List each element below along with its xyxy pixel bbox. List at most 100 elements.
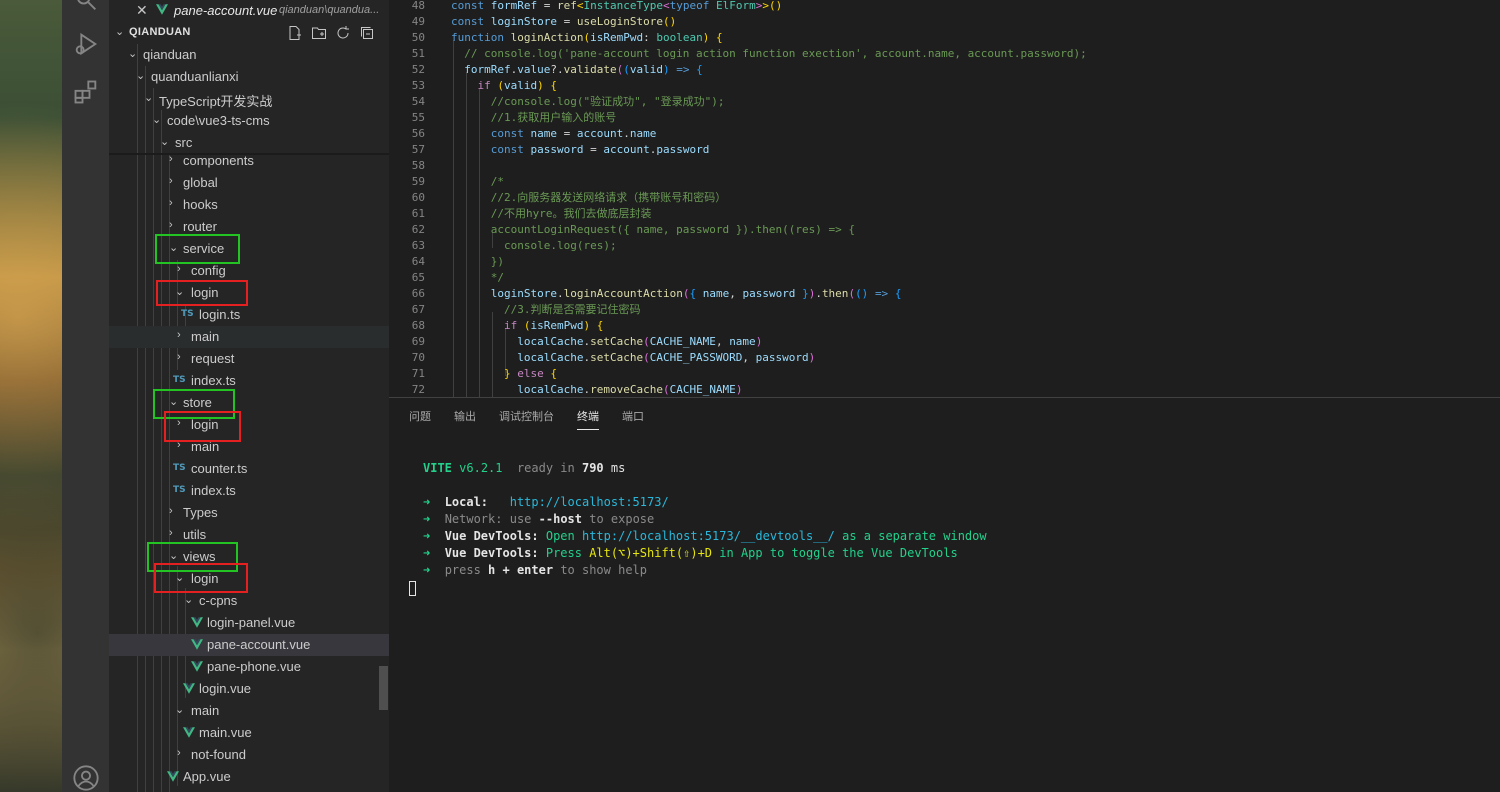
tab-ports[interactable]: 端口 xyxy=(622,408,644,430)
vue-file-icon xyxy=(183,683,195,694)
tree-folder-qianduan[interactable]: ⌄ qianduan xyxy=(109,44,389,66)
tree-folder-not-found[interactable]: › not-found xyxy=(109,744,389,766)
run-debug-icon[interactable] xyxy=(72,30,100,58)
tree-folder-views[interactable]: ⌄ views xyxy=(109,546,389,568)
background-photo xyxy=(0,0,62,792)
tab-debug-console[interactable]: 调试控制台 xyxy=(499,408,554,430)
vue-file-icon xyxy=(167,771,179,782)
open-editor-file-name: pane-account.vue xyxy=(174,3,278,18)
chevron-down-icon: ⌄ xyxy=(115,26,125,38)
code-line: 72 localCache.removeCache(CACHE_NAME) xyxy=(411,383,743,396)
code-line: 56 const name = account.name xyxy=(411,127,657,140)
tree-folder-service-config[interactable]: › config xyxy=(109,260,389,282)
tree-folder-hooks[interactable]: › hooks xyxy=(109,194,389,216)
tree-folder-global[interactable]: › global xyxy=(109,172,389,194)
tree-file-counter-ts[interactable]: TS counter.ts xyxy=(109,458,389,480)
code-line: 49 const loginStore = useLoginStore() xyxy=(411,15,677,28)
terminal-cursor xyxy=(409,581,416,596)
collapse-all-icon[interactable] xyxy=(359,25,375,41)
tree-folder-types[interactable]: › Types xyxy=(109,502,389,524)
tree-folder-service-main[interactable]: › main xyxy=(109,326,389,348)
tree-folder-components[interactable]: › components xyxy=(109,150,389,172)
code-line: 63 console.log(res); xyxy=(411,239,617,252)
code-line: 57 const password = account.password xyxy=(411,143,710,156)
tree-folder-service-login[interactable]: ⌄ login xyxy=(109,282,389,304)
terminal-line-devtools-toggle: ➜ Vue DevTools: Press Alt(⌥)+Shift(⇧)+D … xyxy=(423,546,958,560)
explorer-scrollbar[interactable] xyxy=(379,666,388,710)
tree-folder-views-main[interactable]: ⌄ main xyxy=(109,700,389,722)
vue-file-icon xyxy=(191,617,203,628)
tree-file-pane-account-vue[interactable]: pane-account.vue xyxy=(109,634,389,656)
explorer-root-title: QIANDUAN xyxy=(129,26,191,38)
code-line: 50 function loginAction(isRemPwd: boolean… xyxy=(411,31,723,44)
tree-file-main-vue[interactable]: main.vue xyxy=(109,722,389,744)
tree-folder-service-request[interactable]: › request xyxy=(109,348,389,370)
terminal-line-help: ➜ press h + enter to show help xyxy=(423,563,648,577)
terminal-line-network: ➜ Network: use --host to expose xyxy=(423,512,655,526)
tree-file-service-index-ts[interactable]: TS index.ts xyxy=(109,370,389,392)
code-line: 55 //1.获取用户输入的账号 xyxy=(411,111,617,124)
code-editor[interactable]: 48 const formRef = ref<InstanceType<typeo… xyxy=(389,0,1500,397)
tree-folder-c-cpns[interactable]: ⌄ c-cpns xyxy=(109,590,389,612)
vue-file-icon xyxy=(191,639,203,650)
open-editor-file-path: qianduan\quandua... xyxy=(279,4,380,16)
code-line: 59 /* xyxy=(411,175,504,188)
code-line: 60 //2.向服务器发送网络请求（携带账号和密码） xyxy=(411,191,727,204)
terminal-line-vite: VITE v6.2.1 ready in 790 ms xyxy=(423,461,626,475)
bottom-panel: 问题 输出 调试控制台 终端 端口 VITE v6.2.1 ready in 7… xyxy=(389,397,1500,792)
tree-folder-views-login[interactable]: ⌄ login xyxy=(109,568,389,590)
code-line: 67 //3.判断是否需要记住密码 xyxy=(411,303,641,316)
code-line: 71 } else { xyxy=(411,367,557,380)
code-line: 64 }) xyxy=(411,255,504,268)
code-line: 48 const formRef = ref<InstanceType<typeo… xyxy=(411,0,783,12)
tree-folder-store-main[interactable]: › main xyxy=(109,436,389,458)
code-line: 70 localCache.setCache(CACHE_PASSWORD, p… xyxy=(411,351,816,364)
tree-folder-typescript[interactable]: ⌄ TypeScript开发实战 xyxy=(109,88,389,110)
code-line: 53 if (valid) { xyxy=(411,79,557,92)
code-line: 62 accountLoginRequest({ name, password … xyxy=(411,223,855,236)
tree-folder-service[interactable]: ⌄ service xyxy=(109,238,389,260)
tab-terminal[interactable]: 终端 xyxy=(577,408,599,430)
typescript-file-icon: TS xyxy=(181,309,194,319)
tree-folder-quanduanlianxi[interactable]: ⌄ quanduanlianxi xyxy=(109,66,389,88)
vue-file-icon xyxy=(183,727,195,738)
search-icon[interactable] xyxy=(72,0,100,14)
code-line: 51 // console.log('pane-account login ac… xyxy=(411,47,1087,60)
extensions-icon[interactable] xyxy=(72,78,100,106)
code-line: 54 //console.log("验证成功", "登录成功"); xyxy=(411,95,725,108)
tree-folder-store[interactable]: ⌄ store xyxy=(109,392,389,414)
tree-folder-code[interactable]: ⌄ code\vue3-ts-cms xyxy=(109,110,389,132)
explorer-root-header[interactable]: ⌄ QIANDUAN xyxy=(109,22,389,44)
tree-file-login-vue[interactable]: login.vue xyxy=(109,678,389,700)
explorer-sidebar: ✕ pane-account.vue qianduan\quandua... ⌄… xyxy=(109,0,389,792)
tab-output[interactable]: 输出 xyxy=(454,408,476,430)
code-line: 58 xyxy=(411,159,425,172)
code-line: 69 localCache.setCache(CACHE_NAME, name) xyxy=(411,335,763,348)
close-icon[interactable]: ✕ xyxy=(136,2,148,19)
typescript-file-icon: TS xyxy=(173,485,186,495)
code-line: 61 //不用hyre。我们去做底层封装 xyxy=(411,207,652,220)
activity-bar xyxy=(62,0,109,792)
tree-folder-utils[interactable]: › utils xyxy=(109,524,389,546)
tree-file-pane-phone-vue[interactable]: pane-phone.vue xyxy=(109,656,389,678)
terminal-line-devtools-open: ➜ Vue DevTools: Open http://localhost:51… xyxy=(423,529,987,543)
tree-file-login-ts[interactable]: TS login.ts xyxy=(109,304,389,326)
new-folder-icon[interactable] xyxy=(311,25,327,41)
tree-folder-router[interactable]: › router xyxy=(109,216,389,238)
vue-file-icon xyxy=(156,4,168,15)
open-editor-item[interactable]: ✕ pane-account.vue qianduan\quandua... xyxy=(109,0,389,22)
code-line: 68 if (isRemPwd) { xyxy=(411,319,604,332)
terminal-output[interactable]: VITE v6.2.1 ready in 790 ms ➜ Local: htt… xyxy=(423,398,987,577)
refresh-icon[interactable] xyxy=(335,25,351,41)
vue-file-icon xyxy=(191,661,203,672)
new-file-icon[interactable] xyxy=(287,25,303,41)
tree-folder-store-login[interactable]: › login xyxy=(109,414,389,436)
tree-file-app-vue[interactable]: App.vue xyxy=(109,766,389,788)
typescript-file-icon: TS xyxy=(173,463,186,473)
tree-file-login-panel-vue[interactable]: login-panel.vue xyxy=(109,612,389,634)
code-line: 52 formRef.value?.validate((valid) => { xyxy=(411,63,703,76)
tree-file-store-index-ts[interactable]: TS index.ts xyxy=(109,480,389,502)
code-line: 66 loginStore.loginAccountAction({ name,… xyxy=(411,287,902,300)
terminal-line-local: ➜ Local: http://localhost:5173/ xyxy=(423,495,669,509)
account-icon[interactable] xyxy=(72,764,100,792)
